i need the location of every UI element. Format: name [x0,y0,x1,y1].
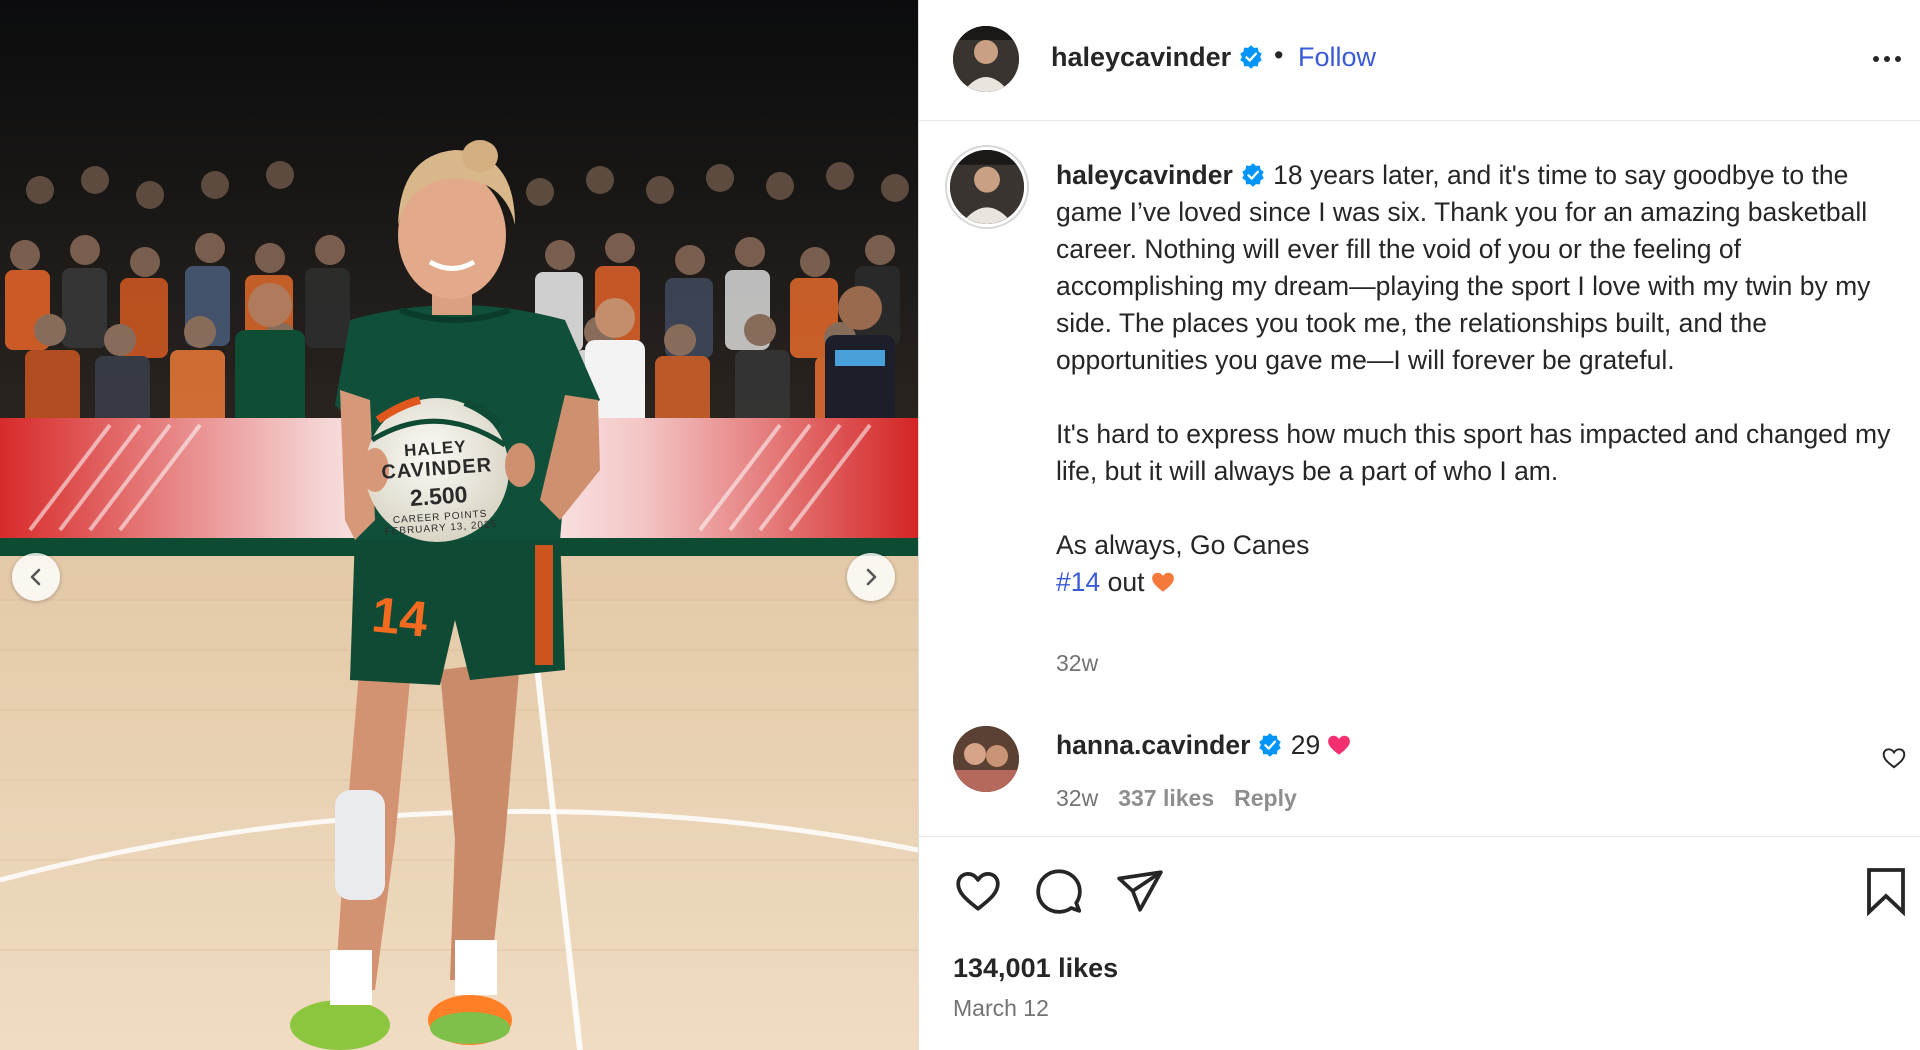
caption-paragraph-1: haleycavinder 18 years later, and it's t… [1056,157,1896,379]
comment-text: 29 [1290,730,1321,760]
post-panel: haleycavinder • Follow haleycavinder 18 … [919,0,1920,1050]
caption-after-hashtag: out [1107,567,1145,597]
caption-paragraph-4: #14 out [1056,564,1896,601]
bookmark-icon [1867,868,1905,917]
more-options-button[interactable] [1865,44,1909,74]
post-caption: haleycavinder 18 years later, and it's t… [1056,157,1896,601]
verified-badge-icon [1259,733,1282,757]
comment-button[interactable] [1034,866,1084,916]
comment-bubble-icon [1036,869,1082,914]
carousel-next-button[interactable] [847,553,895,601]
comment-timestamp: 32w [1056,785,1099,811]
jersey-number: 14 [369,586,431,648]
orange-heart-emoji-icon [1152,572,1175,592]
more-dot [1895,56,1901,62]
caption-avatar[interactable] [947,147,1027,227]
ball-text: HALEY CAVINDER 2.500 CAREER POINTS FEBRU… [369,436,507,539]
chevron-left-icon [30,568,41,586]
post-photo[interactable]: HALEY CAVINDER 2.500 CAREER POINTS FEBRU… [0,0,918,1050]
save-button[interactable] [1863,866,1909,917]
comment-meta: 32w 337 likes Reply [1056,785,1317,812]
caption-text-1: 18 years later, and it's time to say goo… [1056,160,1871,375]
commenter-username[interactable]: hanna.cavinder [1056,730,1250,760]
post-header: haleycavinder • Follow [919,0,1920,121]
caption-username[interactable]: haleycavinder [1056,160,1233,190]
comment-line: hanna.cavinder 29 [1056,730,1352,761]
carousel-prev-button[interactable] [12,553,60,601]
verified-badge-icon [1242,163,1264,187]
avatar-image [950,150,1024,224]
post-actions [919,866,1920,918]
caption-paragraph-2: It's hard to express how much this sport… [1056,419,1891,486]
comment-like-heart-icon[interactable] [1881,745,1907,771]
more-dot [1884,56,1890,62]
comment-likes[interactable]: 337 likes [1118,785,1214,811]
header-separator: • [1274,40,1284,70]
commenter-avatar[interactable] [953,726,1019,792]
avatar-image [953,26,1019,92]
author-username[interactable]: haleycavinder [1051,42,1264,73]
caption-timestamp: 32w [1056,650,1099,676]
follow-button[interactable]: Follow [1298,42,1376,73]
more-dot [1873,56,1879,62]
caption-paragraph-3: As always, Go Canes [1056,530,1310,560]
send-paper-plane-icon [1117,870,1163,912]
like-button[interactable] [953,866,1003,916]
heart-icon [956,871,1000,911]
post-likes-count[interactable]: 134,001 likes [953,953,1118,984]
verified-badge-icon [1240,45,1262,69]
hashtag-link[interactable]: #14 [1056,567,1100,597]
share-button[interactable] [1115,866,1165,916]
pink-heart-emoji-icon [1328,735,1351,755]
actions-divider [919,836,1920,837]
chevron-right-icon [866,568,877,586]
author-username-text: haleycavinder [1051,42,1232,72]
avatar-image [953,726,1019,792]
post-date: March 12 [953,995,1049,1021]
comment-reply-button[interactable]: Reply [1234,785,1297,811]
author-avatar[interactable] [953,26,1019,92]
